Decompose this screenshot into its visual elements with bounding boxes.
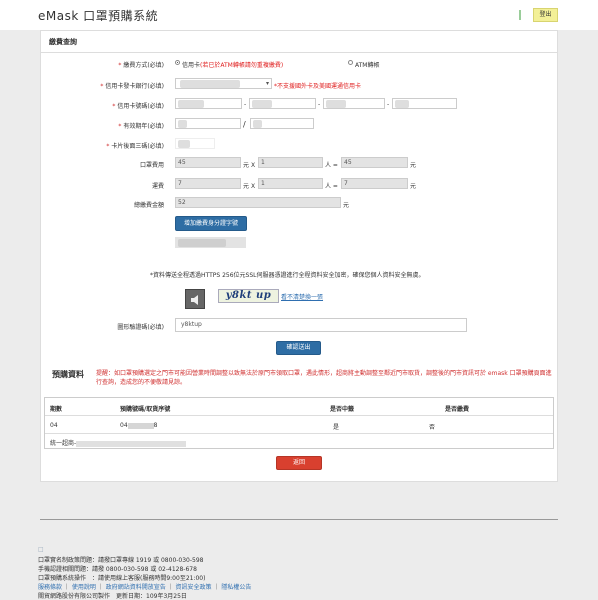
row-order-no: 04 8 xyxy=(120,422,158,429)
mask-fee-label: 口罩費用 xyxy=(139,162,164,169)
app-title: eMask 口罩預購系統 xyxy=(38,9,159,23)
extra-id-value xyxy=(178,239,226,247)
card-dash-3: - xyxy=(387,101,390,108)
preorder-table: 期數 預購號碼/取貨序號 是否中籤 是否繳費 04 04 8 是 否 統一超商- xyxy=(44,397,554,449)
preorder-title: 預購資料 xyxy=(52,370,84,379)
bank-select[interactable]: ▾ xyxy=(175,78,272,89)
mask-total-unit: 元 xyxy=(410,162,417,169)
card-number-field-1[interactable] xyxy=(175,98,242,109)
row-divider xyxy=(45,433,553,434)
expiry-separator: / xyxy=(243,120,246,129)
card-number-field-4[interactable] xyxy=(392,98,457,109)
card-number-value-3 xyxy=(326,100,346,108)
audio-captcha-button[interactable] xyxy=(185,289,205,309)
footer-link-security[interactable]: 資訊安全政策 xyxy=(176,584,212,591)
row-period: 04 xyxy=(50,422,58,429)
atm-radio[interactable] xyxy=(348,60,353,65)
grand-total-unit: 元 xyxy=(343,202,350,209)
column-header-paid: 是否繳費 xyxy=(445,406,470,413)
column-header-won: 是否中籤 xyxy=(330,406,355,413)
shipping-label: 運費 xyxy=(151,183,164,190)
mask-qty-unit: 人 = xyxy=(325,162,338,169)
mask-total-field: 45 xyxy=(341,157,408,168)
expiry-label: * 有效期年(必填) xyxy=(118,123,164,130)
footer-marker: □ xyxy=(38,546,44,553)
total-label: 總繳費金額 xyxy=(133,202,164,209)
footer-link-open-data[interactable]: 政府網站資料開放宣告 xyxy=(106,584,166,591)
shipping-price-field: 7 xyxy=(175,178,241,189)
secure-note: *資料傳送全程透過HTTPS 256位元SSL伺服器憑證進行全程資料安全加密，確… xyxy=(150,272,425,279)
footer-copyright: 關貿網路股份有限公司製作 更新日期：109年3月25日 xyxy=(38,593,187,600)
mask-price-unit: 元 X xyxy=(243,162,256,169)
expiry-month-field[interactable] xyxy=(175,118,241,129)
back-button[interactable]: 返回 xyxy=(276,456,322,470)
shipping-total-field: 7 xyxy=(341,178,408,189)
bank-note: *不支援國外卡及美國運通信用卡 xyxy=(274,83,362,90)
card-number-value-2 xyxy=(252,100,272,108)
payment-method-label: * 繳費方式(必填) xyxy=(118,62,164,69)
speaker-icon xyxy=(191,295,198,305)
atm-option[interactable]: ATM轉帳 xyxy=(355,60,379,69)
expiry-year-value xyxy=(253,120,262,128)
add-id-button[interactable]: 增加繳費身分證字號 xyxy=(175,216,247,231)
captcha-refresh-link[interactable]: 看不清楚換一張 xyxy=(281,292,323,301)
card-number-field-3[interactable] xyxy=(323,98,385,109)
extra-id-field[interactable] xyxy=(175,237,246,248)
mask-qty-field: 1 xyxy=(258,157,323,168)
shipping-qty-field: 1 xyxy=(258,178,323,189)
expiry-year-field[interactable] xyxy=(250,118,314,129)
footer-link-terms[interactable]: 服務條款 xyxy=(38,584,62,591)
footer-links: 服務條款 ｜ 使用說明 ｜ 政府網站資料開放宣告 ｜ 資訊安全政策 ｜ 隱私權公… xyxy=(38,584,252,591)
card-number-value-1 xyxy=(178,100,204,108)
footer-link-guide[interactable]: 使用說明 xyxy=(72,584,96,591)
cvv-value xyxy=(178,140,190,148)
bank-label: * 信用卡發卡銀行(必填) xyxy=(100,83,164,90)
row-won: 是 xyxy=(333,424,340,431)
pickup-store: 統一超商- xyxy=(50,438,187,447)
grand-total-field: 52 xyxy=(175,197,341,208)
bank-select-value xyxy=(180,80,240,88)
footer-system-op: 口罩預購系統操作 ：請使用線上客服(服務時間9:00至21:00) xyxy=(38,575,206,582)
preorder-notice: 提醒：如口罩預購選定之門市可能因營業時間調整以致無法於原門市領取口罩，遇此情形，… xyxy=(96,370,552,386)
submit-button[interactable]: 確認送出 xyxy=(276,341,321,355)
shipping-total-unit: 元 xyxy=(410,183,417,190)
captcha-input[interactable]: y8ktup xyxy=(175,318,467,332)
card-dash-1: - xyxy=(244,101,247,108)
card-number-field-2[interactable] xyxy=(249,98,316,109)
panel-title: 繳費查詢 xyxy=(49,38,77,46)
footer-divider xyxy=(40,519,558,520)
footer-mask-hotline: 口罩實名制政策問題：請撥口罩專線 1919 或 0800-030-598 xyxy=(38,557,204,564)
card-number-value-4 xyxy=(395,100,409,108)
expiry-month-value xyxy=(178,120,187,128)
shipping-qty-unit: 人 = xyxy=(325,183,338,190)
card-number-label: * 信用卡號碼(必填) xyxy=(112,103,164,110)
card-dash-2: - xyxy=(318,101,321,108)
cvv-field[interactable] xyxy=(175,138,215,149)
row-paid: 否 xyxy=(429,424,436,431)
shipping-price-unit: 元 X xyxy=(243,183,256,190)
credit-card-option[interactable]: 信用卡(若已於ATM轉帳請勿重複繳費) xyxy=(182,60,283,69)
chevron-down-icon: ▾ xyxy=(265,80,269,87)
header-divider xyxy=(45,415,553,416)
captcha-label: 圖形驗證碼(必填) xyxy=(117,324,164,331)
footer-phone-auth: 手機認證相關問題：請撥 0800-030-598 或 02-4128-678 xyxy=(38,566,197,573)
logout-accent xyxy=(519,10,521,20)
logout-button[interactable]: 登出 xyxy=(533,8,558,22)
column-header-period: 期數 xyxy=(50,406,63,413)
panel-header: 繳費查詢 xyxy=(41,31,557,53)
top-bar: eMask 口罩預購系統 登出 xyxy=(0,0,598,30)
captcha-image: y8kt up xyxy=(218,289,279,303)
column-header-order-no: 預購號碼/取貨序號 xyxy=(120,406,171,413)
footer-link-privacy[interactable]: 隱私權公告 xyxy=(221,584,251,591)
credit-card-radio[interactable] xyxy=(175,60,180,65)
mask-price-field: 45 xyxy=(175,157,241,168)
cvv-label: * 卡片後面三碼(必填) xyxy=(106,143,164,150)
